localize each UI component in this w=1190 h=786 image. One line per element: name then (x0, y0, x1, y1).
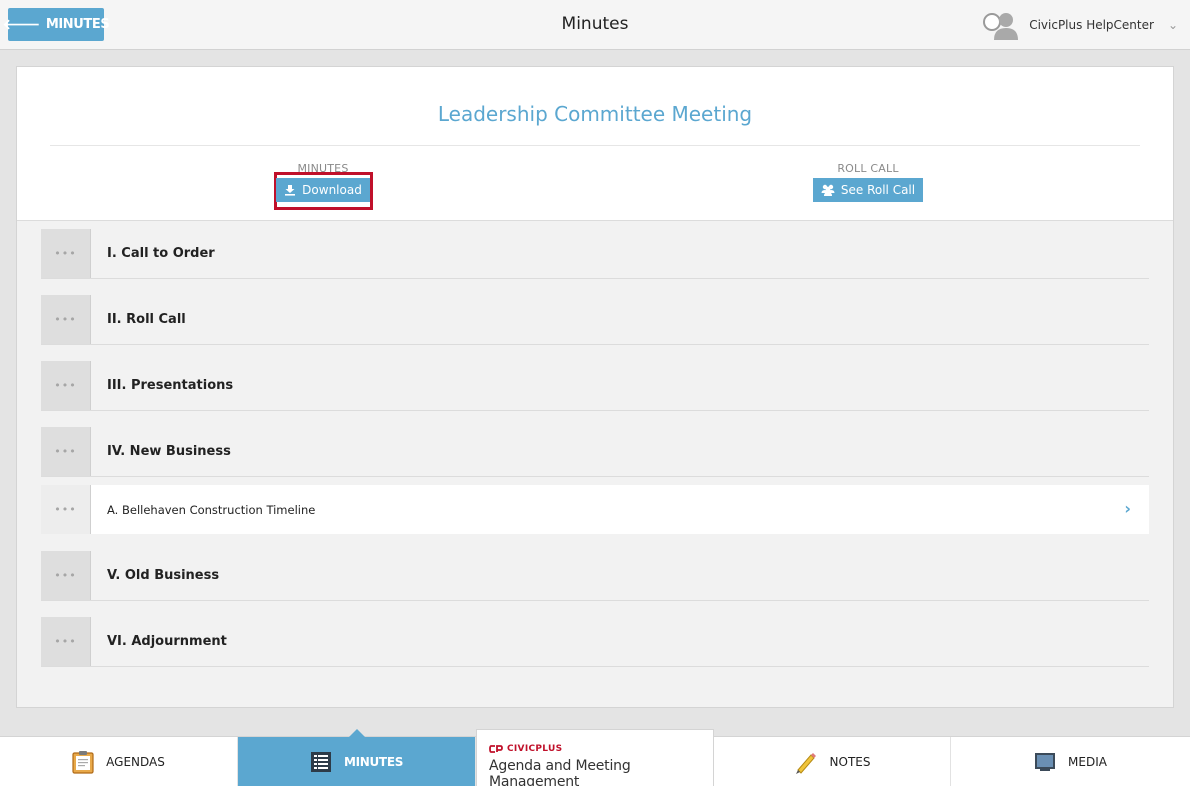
agenda-item[interactable]: ••• II. Roll Call (41, 295, 1149, 345)
brand-name: Agenda and Meeting Management (489, 758, 631, 786)
back-to-minutes-button[interactable]: 🡐 MINUTES (3, 8, 110, 41)
agenda-list: ••• I. Call to Order ••• II. Roll Call •… (41, 229, 1149, 683)
meeting-panel: Leadership Committee Meeting MINUTES Dow… (16, 66, 1174, 708)
tab-notes-label: NOTES (829, 755, 871, 769)
agenda-item-label: A. Bellehaven Construction Timeline (107, 502, 316, 517)
active-tab-pointer (349, 729, 365, 737)
chevron-right-icon[interactable]: › (1124, 499, 1131, 518)
group-icon (821, 184, 835, 196)
agenda-item-label: II. Roll Call (107, 312, 186, 327)
agenda-item[interactable]: ••• III. Presentations (41, 361, 1149, 411)
agenda-item[interactable]: ••• IV. New Business (41, 427, 1149, 477)
tab-agendas-label: AGENDAS (106, 755, 165, 769)
see-rollcall-button[interactable]: See Roll Call (812, 178, 924, 202)
drag-handle-icon[interactable]: ••• (41, 617, 91, 666)
user-avatar-icon (983, 13, 1019, 40)
download-button[interactable]: Download (276, 178, 370, 202)
meeting-title: Leadership Committee Meeting (437, 102, 753, 126)
divider (50, 145, 1140, 146)
download-icon (285, 185, 296, 196)
civicplus-logo-icon (489, 745, 503, 753)
bottom-nav: AGENDAS MINUTES CIVICPLUS Agenda and Mee… (0, 729, 1190, 786)
tab-agendas[interactable]: AGENDAS (0, 737, 238, 786)
drag-handle-icon[interactable]: ••• (41, 295, 91, 344)
rollcall-label: ROLL CALL (837, 162, 899, 175)
user-name: CivicPlus HelpCenter (1029, 18, 1154, 32)
top-bar: 🡐 MINUTES Minutes CivicPlus HelpCenter ⌄ (0, 0, 1190, 50)
back-button-label: MINUTES (45, 17, 110, 32)
tab-notes[interactable]: NOTES (714, 737, 951, 786)
arrow-left-icon: 🡐 (2, 17, 41, 33)
agenda-item[interactable]: ••• I. Call to Order (41, 229, 1149, 279)
minutes-label: MINUTES (297, 162, 349, 175)
document-list-icon (310, 752, 331, 772)
minutes-section: MINUTES Download (223, 162, 423, 202)
tab-minutes-label: MINUTES (343, 755, 404, 769)
clipboard-icon (72, 751, 94, 774)
tab-minutes[interactable]: MINUTES (238, 729, 476, 786)
drag-handle-icon[interactable]: ••• (41, 485, 91, 534)
chevron-down-icon: ⌄ (1167, 18, 1178, 32)
see-rollcall-label: See Roll Call (840, 183, 916, 197)
agenda-item[interactable]: ••• V. Old Business (41, 551, 1149, 601)
agenda-item[interactable]: ••• VI. Adjournment (41, 617, 1149, 667)
monitor-icon (1035, 753, 1056, 771)
agenda-item-label: IV. New Business (107, 444, 231, 459)
agenda-item-label: V. Old Business (107, 568, 220, 583)
agenda-item-label: III. Presentations (107, 378, 234, 393)
agenda-subitem[interactable]: ••• A. Bellehaven Construction Timeline … (41, 485, 1149, 534)
brand-logo-text: CIVICPLUS (507, 744, 563, 754)
brand-block: CIVICPLUS Agenda and Meeting Management (476, 729, 714, 786)
agenda-item-label: I. Call to Order (107, 246, 215, 261)
rollcall-section: ROLL CALL See Roll Call (768, 162, 968, 202)
tab-media-label: MEDIA (1068, 755, 1107, 769)
drag-handle-icon[interactable]: ••• (41, 229, 91, 278)
user-menu[interactable]: CivicPlus HelpCenter ⌄ (981, 10, 1178, 40)
tab-media[interactable]: MEDIA (951, 737, 1190, 786)
drag-handle-icon[interactable]: ••• (41, 551, 91, 600)
agenda-item-label: VI. Adjournment (107, 634, 227, 649)
drag-handle-icon[interactable]: ••• (41, 427, 91, 476)
pencil-icon (795, 753, 816, 774)
civicplus-logo: CIVICPLUS (489, 744, 713, 754)
drag-handle-icon[interactable]: ••• (41, 361, 91, 410)
download-label: Download (302, 183, 362, 197)
meeting-header: Leadership Committee Meeting MINUTES Dow… (17, 67, 1173, 221)
